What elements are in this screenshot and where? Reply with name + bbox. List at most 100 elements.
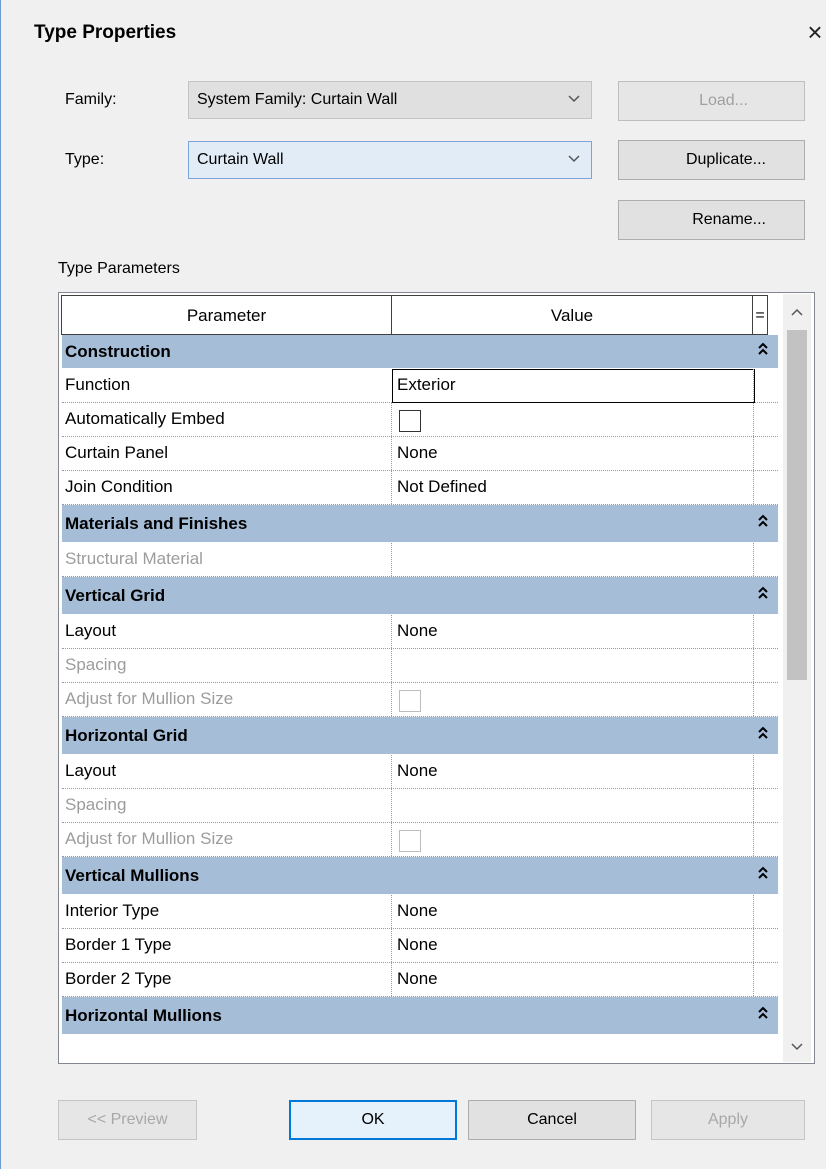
table-row[interactable]: Spacing: [62, 649, 778, 683]
family-value: System Family: Curtain Wall: [197, 91, 398, 108]
cancel-button[interactable]: Cancel: [468, 1100, 636, 1140]
cell-divider: [753, 929, 754, 962]
param-value: None: [397, 935, 438, 954]
cell-divider: [753, 403, 754, 436]
group-title: Vertical Mullions: [65, 866, 200, 885]
table-row[interactable]: Border 1 Type None: [62, 929, 778, 963]
cell-divider: [391, 437, 392, 470]
value-column-header[interactable]: Value: [391, 295, 753, 335]
load-button[interactable]: Load...: [618, 81, 805, 121]
cell-divider: [391, 929, 392, 962]
cell-divider: [391, 471, 392, 504]
cell-divider: [753, 369, 754, 402]
cell-divider: [753, 471, 754, 504]
table-row[interactable]: Adjust for Mullion Size: [62, 683, 778, 717]
cell-divider: [391, 789, 392, 822]
group-header-construction[interactable]: Construction: [62, 335, 778, 369]
scroll-down-icon[interactable]: [789, 1039, 805, 1055]
cell-divider: [753, 543, 754, 576]
cell-divider: [753, 823, 754, 856]
param-name: Join Condition: [65, 477, 173, 496]
grid-scrollbar[interactable]: [783, 294, 811, 1062]
type-parameters-label: Type Parameters: [58, 260, 180, 277]
param-value: None: [397, 969, 438, 988]
table-row[interactable]: Automatically Embed: [62, 403, 778, 437]
family-dropdown[interactable]: System Family: Curtain Wall: [188, 81, 592, 119]
collapse-chevrons-icon[interactable]: [757, 513, 769, 532]
param-name: Function: [65, 375, 131, 394]
group-header-materials-and-finishes[interactable]: Materials and Finishes: [62, 505, 778, 543]
group-header-horizontal-grid[interactable]: Horizontal Grid: [62, 717, 778, 755]
chevron-down-icon: [568, 155, 580, 163]
table-row[interactable]: Layout None: [62, 615, 778, 649]
rename-button[interactable]: Rename...: [618, 200, 805, 240]
group-title: Construction: [65, 342, 171, 361]
cell-divider: [391, 615, 392, 648]
table-row[interactable]: Function Exterior: [62, 369, 778, 403]
cell-divider: [753, 755, 754, 788]
table-row[interactable]: Curtain Panel None: [62, 437, 778, 471]
group-header-horizontal-mullions[interactable]: Horizontal Mullions: [62, 997, 778, 1035]
cell-divider: [391, 543, 392, 576]
dialog-title: Type Properties: [34, 22, 177, 43]
adjust-for-mullion-size-checkbox[interactable]: [399, 690, 421, 712]
family-label: Family:: [65, 91, 117, 108]
collapse-chevrons-icon[interactable]: [757, 1005, 769, 1024]
type-parameters-grid: Parameter Value = Construction Function …: [58, 292, 815, 1064]
param-name: Border 2 Type: [65, 969, 172, 988]
collapse-chevrons-icon[interactable]: [757, 585, 769, 604]
cell-divider: [391, 649, 392, 682]
group-header-vertical-mullions[interactable]: Vertical Mullions: [62, 857, 778, 895]
type-value: Curtain Wall: [197, 151, 284, 168]
param-name: Border 1 Type: [65, 935, 172, 954]
param-value: None: [397, 443, 438, 462]
chevron-down-icon: [568, 95, 580, 103]
table-row[interactable]: Adjust for Mullion Size: [62, 823, 778, 857]
param-value: Exterior: [397, 375, 456, 394]
param-name: Layout: [65, 621, 117, 640]
table-row[interactable]: Join Condition Not Defined: [62, 471, 778, 505]
adjust-for-mullion-size-checkbox[interactable]: [399, 830, 421, 852]
automatically-embed-checkbox[interactable]: [399, 410, 421, 432]
group-title: Horizontal Grid: [65, 726, 188, 745]
collapse-chevrons-icon[interactable]: [757, 341, 769, 360]
group-title: Horizontal Mullions: [65, 1006, 222, 1025]
table-row[interactable]: Spacing: [62, 789, 778, 823]
collapse-chevrons-icon[interactable]: [757, 865, 769, 884]
grid-rows: Construction Function Exterior Automatic…: [62, 335, 778, 1035]
param-value: None: [397, 761, 438, 780]
close-icon[interactable]: ×: [803, 17, 826, 47]
param-name: Interior Type: [65, 901, 160, 920]
parameter-column-header[interactable]: Parameter: [61, 295, 392, 335]
param-value: None: [397, 901, 438, 920]
scroll-up-icon[interactable]: [789, 304, 805, 320]
ok-button[interactable]: OK: [289, 1100, 457, 1140]
cell-divider: [753, 615, 754, 648]
cell-divider: [391, 683, 392, 716]
table-row[interactable]: Border 2 Type None: [62, 963, 778, 997]
cell-divider: [391, 823, 392, 856]
collapse-chevrons-icon[interactable]: [757, 725, 769, 744]
formula-column-header[interactable]: =: [752, 295, 768, 335]
table-row[interactable]: Structural Material: [62, 543, 778, 577]
apply-button[interactable]: Apply: [651, 1100, 805, 1140]
param-name: Spacing: [65, 655, 127, 674]
table-row[interactable]: Interior Type None: [62, 895, 778, 929]
duplicate-button[interactable]: Duplicate...: [618, 140, 805, 180]
preview-button[interactable]: << Preview: [58, 1100, 197, 1140]
param-name: Adjust for Mullion Size: [65, 829, 234, 848]
type-dropdown[interactable]: Curtain Wall: [188, 141, 592, 179]
cell-divider: [753, 683, 754, 716]
cell-divider: [753, 437, 754, 470]
param-value: None: [397, 621, 438, 640]
cell-divider: [753, 649, 754, 682]
scrollbar-thumb[interactable]: [787, 330, 807, 680]
param-name: Curtain Panel: [65, 443, 169, 462]
group-title: Materials and Finishes: [65, 514, 248, 533]
cell-divider: [391, 895, 392, 928]
type-label: Type:: [65, 151, 105, 168]
cell-divider: [391, 403, 392, 436]
group-header-vertical-grid[interactable]: Vertical Grid: [62, 577, 778, 615]
cell-divider: [391, 755, 392, 788]
table-row[interactable]: Layout None: [62, 755, 778, 789]
